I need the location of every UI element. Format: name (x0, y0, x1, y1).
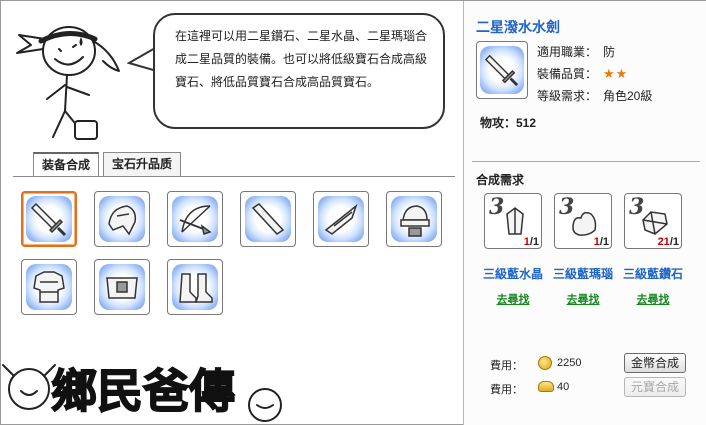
requirement-name: 三級藍鑽石 (622, 267, 683, 281)
equipment-slot-staff[interactable] (240, 191, 296, 247)
requirement-slot-crystal[interactable]: 3 1/1 (484, 193, 542, 249)
equipment-slot-hat[interactable] (386, 191, 442, 247)
attr-level: 等級需求： 角色20級 (537, 89, 653, 103)
gold-coin-icon (538, 356, 552, 370)
bow-icon (179, 205, 212, 235)
item-name: 二星潑水水劍 (476, 19, 560, 35)
svg-text:鄉民爸傳: 鄉民爸傳 (51, 364, 235, 418)
requirement-slot-agate[interactable]: 3 1/1 (554, 193, 612, 249)
sword-icon (484, 54, 519, 87)
find-link-agate[interactable]: 去尋找 (543, 291, 623, 307)
staff-icon (251, 203, 285, 235)
gold-synthesis-button[interactable]: 金幣合成 (624, 353, 686, 373)
fee-label-gold: 費用： (490, 360, 523, 372)
requirements-title: 合成需求 (476, 173, 525, 187)
item-attack: 物攻：512 (480, 116, 537, 130)
ingot-synthesis-button[interactable]: 元寶合成 (624, 377, 686, 397)
fee-value-gold: 2250 (557, 357, 582, 369)
sword-icon (30, 202, 67, 237)
attr-class: 適用職業：防 (537, 45, 616, 59)
equipment-slot-bow[interactable] (167, 191, 223, 247)
intro-speech-bubble: 在這裡可以用二星鑽石、二星水晶、二星瑪瑙合成二星品質的裝備。也可以將低級寶石合成… (153, 13, 445, 129)
equipment-slot-belt[interactable] (94, 259, 150, 315)
mascot-character (16, 26, 120, 140)
helmet-icon (108, 205, 137, 236)
find-link-diamond[interactable]: 去尋找 (613, 291, 693, 307)
right-panel: 二星潑水水劍 適用職業：防 裝備品質： ★★ 等級需求： 角色20級 物攻：512 … (463, 1, 706, 425)
requirement-slot-diamond[interactable]: 3 21/1 (624, 193, 682, 249)
equipment-slot-sword[interactable] (21, 191, 77, 247)
synthesis-window: 在這裡可以用二星鑽石、二星水晶、二星瑪瑙合成二星品質的裝備。也可以將低級寶石合成… (0, 0, 706, 425)
equipment-slot-fan[interactable] (313, 191, 369, 247)
intro-text: 在這裡可以用二星鑽石、二星水晶、二星瑪瑙合成二星品質的裝備。也可以將低級寶石合成… (175, 29, 428, 89)
belt-icon (106, 277, 138, 299)
tab-bar: 装备合成 宝石升品质 (33, 152, 182, 177)
tab-gem-upgrade[interactable]: 宝石升品质 (103, 152, 182, 176)
ingot-icon (538, 381, 554, 392)
equipment-slot-armor[interactable] (21, 259, 77, 315)
quality-stars: ★★ (603, 66, 629, 81)
armor-icon (33, 271, 65, 303)
find-link-crystal[interactable]: 去尋找 (473, 291, 553, 307)
crystal-icon (506, 207, 524, 235)
diamond-icon (642, 211, 668, 235)
left-panel: 在這裡可以用二星鑽石、二星水晶、二星瑪瑙合成二星品質的裝備。也可以將低級寶石合成… (1, 1, 463, 425)
fee-value-ingot: 40 (557, 381, 570, 393)
agate-icon (572, 211, 597, 236)
section-divider (472, 161, 700, 162)
item-icon-frame (476, 41, 528, 99)
game-logo: 鄉民爸傳 (2, 363, 282, 422)
attr-quality: 裝備品質： ★★ (537, 66, 629, 81)
requirement-name: 三級藍瑪瑙 (552, 267, 613, 281)
tab-equipment-synthesis[interactable]: 装备合成 (33, 152, 100, 177)
equipment-slot-boots[interactable] (167, 259, 223, 315)
fan-icon (324, 203, 358, 235)
boots-icon (179, 273, 213, 303)
equipment-slot-helmet[interactable] (94, 191, 150, 247)
fee-label-ingot: 費用： (490, 384, 523, 396)
hat-icon (400, 205, 430, 237)
tab-divider (13, 176, 455, 177)
requirement-name: 三級藍水晶 (482, 267, 543, 281)
